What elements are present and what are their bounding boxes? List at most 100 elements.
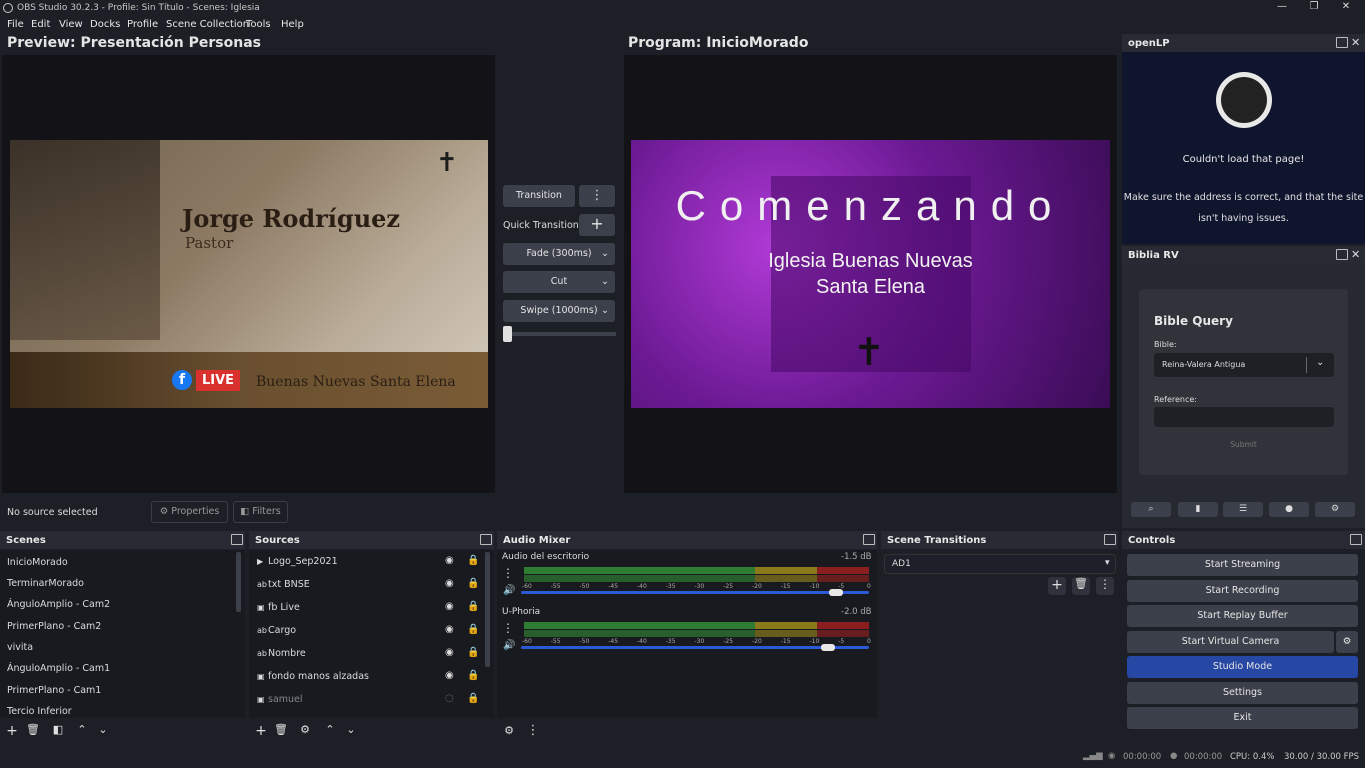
speaker-icon[interactable]: 🔊 xyxy=(503,640,515,651)
trash-icon[interactable]: 🗑 xyxy=(1072,577,1090,595)
source-row[interactable]: ab Nombre ◉ 🔒 xyxy=(249,643,487,666)
scene-item[interactable]: InicioMorado xyxy=(7,557,68,568)
mixer-menu-icon[interactable]: ⋮ xyxy=(524,723,542,741)
exit-button[interactable]: Exit xyxy=(1127,707,1358,729)
menu-file[interactable]: File xyxy=(7,19,24,30)
submit-button[interactable]: Submit xyxy=(1139,440,1348,449)
menu-scene-collection[interactable]: Scene Collection xyxy=(166,19,249,30)
advanced-audio-icon[interactable]: ⚙ xyxy=(500,724,518,742)
t-bar-handle[interactable] xyxy=(503,326,512,342)
gear-icon[interactable]: ⚙ xyxy=(296,723,314,741)
eye-icon[interactable]: ◉ xyxy=(445,670,454,681)
eye-icon[interactable]: ◉ xyxy=(445,578,454,589)
add-quick-transition-button[interactable]: + xyxy=(579,214,615,236)
trash-icon[interactable]: 🗑 xyxy=(272,723,290,741)
eye-icon[interactable]: ◉ xyxy=(445,647,454,658)
reference-input[interactable] xyxy=(1154,407,1334,427)
undock-icon[interactable] xyxy=(1104,534,1116,545)
preview-canvas[interactable]: Jorge Rodríguez Pastor ✝ f LIVE Buenas N… xyxy=(2,55,495,493)
settings-icon[interactable]: ⚙ xyxy=(1315,502,1355,517)
list-icon[interactable]: ☰ xyxy=(1223,502,1263,517)
trash-icon[interactable]: 🗑 xyxy=(24,723,42,741)
volume-slider-knob[interactable] xyxy=(820,644,835,651)
lock-icon[interactable]: 🔒 xyxy=(467,693,479,704)
quick-cut-button[interactable]: Cut ⌄ xyxy=(503,271,615,293)
t-bar-track[interactable] xyxy=(503,332,616,336)
minimize-icon[interactable]: — xyxy=(1272,1,1292,15)
lock-icon[interactable]: 🔒 xyxy=(467,670,479,681)
search-icon[interactable]: ⌕ xyxy=(1131,502,1171,517)
gear-icon[interactable]: ⚙ xyxy=(1336,631,1358,653)
channel-menu-icon[interactable]: ⋮ xyxy=(502,566,514,580)
lock-icon[interactable]: 🔒 xyxy=(467,555,479,566)
palette-icon[interactable]: ● xyxy=(1269,502,1309,517)
menu-help[interactable]: Help xyxy=(281,19,304,30)
transition-select[interactable]: AD1 ▾ xyxy=(884,554,1116,574)
source-row[interactable]: ▣ fb Live ◉ 🔒 xyxy=(249,597,487,620)
eye-icon[interactable]: ◉ xyxy=(445,624,454,635)
menu-view[interactable]: View xyxy=(59,19,83,30)
source-row[interactable]: ▶ Logo_Sep2021 ◉ 🔒 xyxy=(249,551,487,574)
transition-button[interactable]: Transition xyxy=(503,185,575,207)
bible-select[interactable]: Reina-Valera Antigua ⌄ xyxy=(1154,353,1334,377)
channel-menu-icon[interactable]: ⋮ xyxy=(502,621,514,635)
lock-icon[interactable]: 🔒 xyxy=(467,624,479,635)
close-icon[interactable]: ✕ xyxy=(1336,1,1356,15)
close-icon[interactable]: ✕ xyxy=(1351,36,1360,49)
lock-icon[interactable]: 🔒 xyxy=(467,647,479,658)
menu-docks[interactable]: Docks xyxy=(90,19,120,30)
move-down-icon[interactable]: ⌄ xyxy=(94,723,112,741)
scene-item[interactable]: Tercio Inferior xyxy=(7,706,72,717)
source-row[interactable]: ab txt BNSE ◉ 🔒 xyxy=(249,574,487,597)
start-recording-button[interactable]: Start Recording xyxy=(1127,580,1358,602)
undock-icon[interactable] xyxy=(231,534,243,545)
undock-icon[interactable] xyxy=(1336,249,1348,260)
add-scene-icon[interactable]: + xyxy=(3,723,21,741)
quick-fade-button[interactable]: Fade (300ms) ⌄ xyxy=(503,243,615,265)
undock-icon[interactable] xyxy=(1336,37,1348,48)
scene-item[interactable]: vivita xyxy=(7,642,33,653)
scene-item[interactable]: PrimerPlano - Cam2 xyxy=(7,621,101,632)
settings-button[interactable]: Settings xyxy=(1127,682,1358,704)
volume-slider[interactable] xyxy=(521,646,869,649)
start-streaming-button[interactable]: Start Streaming xyxy=(1127,554,1358,576)
source-row[interactable]: ▣ samuel ◌ 🔒 xyxy=(249,689,487,712)
sources-scrollbar[interactable] xyxy=(485,552,490,667)
source-row[interactable]: ▣ fondo manos alzadas ◉ 🔒 xyxy=(249,666,487,689)
move-down-icon[interactable]: ⌄ xyxy=(342,723,360,741)
move-up-icon[interactable]: ⌃ xyxy=(321,723,339,741)
speaker-icon[interactable]: 🔊 xyxy=(503,585,515,596)
eye-icon[interactable]: ◉ xyxy=(445,601,454,612)
undock-icon[interactable] xyxy=(1350,534,1362,545)
add-transition-icon[interactable]: + xyxy=(1048,577,1066,595)
source-row[interactable]: ab Cargo ◉ 🔒 xyxy=(249,620,487,643)
transition-menu-icon[interactable]: ⋮ xyxy=(579,185,615,207)
undock-icon[interactable] xyxy=(480,534,492,545)
menu-profile[interactable]: Profile xyxy=(127,19,158,30)
undock-icon[interactable] xyxy=(863,534,875,545)
volume-slider[interactable] xyxy=(521,591,869,594)
maximize-icon[interactable]: ❐ xyxy=(1304,1,1324,15)
volume-slider-knob[interactable] xyxy=(828,589,843,596)
start-virtual-camera-button[interactable]: Start Virtual Camera xyxy=(1127,631,1334,653)
menu-tools[interactable]: Tools xyxy=(246,19,271,30)
close-icon[interactable]: ✕ xyxy=(1351,248,1360,261)
add-source-icon[interactable]: + xyxy=(252,723,270,741)
book-icon[interactable]: ▮ xyxy=(1178,502,1218,517)
scenes-scrollbar[interactable] xyxy=(236,552,241,612)
filters-button[interactable]: ◧ Filters xyxy=(233,501,288,523)
quick-swipe-button[interactable]: Swipe (1000ms) ⌄ xyxy=(503,300,615,322)
scene-filters-icon[interactable]: ◧ xyxy=(49,723,67,741)
scene-item[interactable]: TerminarMorado xyxy=(7,578,84,589)
scene-item[interactable]: ÁnguloAmplio - Cam2 xyxy=(7,599,110,610)
start-replay-buffer-button[interactable]: Start Replay Buffer xyxy=(1127,605,1358,627)
transition-menu-icon[interactable]: ⋮ xyxy=(1096,577,1114,595)
properties-button[interactable]: ⚙ Properties xyxy=(151,501,228,523)
scene-item[interactable]: PrimerPlano - Cam1 xyxy=(7,685,101,696)
menu-edit[interactable]: Edit xyxy=(31,19,50,30)
eye-icon[interactable]: ◉ xyxy=(445,555,454,566)
move-up-icon[interactable]: ⌃ xyxy=(73,723,91,741)
lock-icon[interactable]: 🔒 xyxy=(467,601,479,612)
eye-hidden-icon[interactable]: ◌ xyxy=(445,693,454,704)
studio-mode-button[interactable]: Studio Mode xyxy=(1127,656,1358,678)
